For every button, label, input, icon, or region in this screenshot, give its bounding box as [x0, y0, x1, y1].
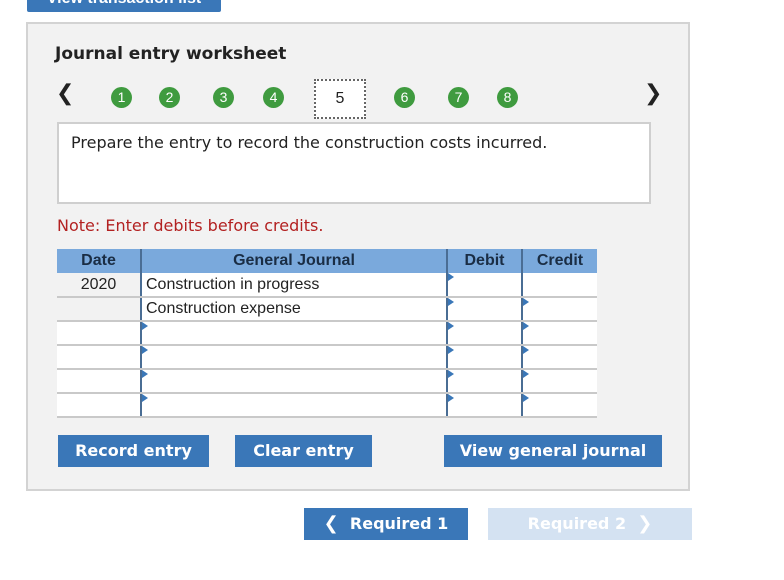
input-marker-icon	[523, 394, 529, 402]
input-marker-icon	[142, 322, 148, 330]
step-2[interactable]: 2	[159, 87, 180, 108]
step-7[interactable]: 7	[448, 87, 469, 108]
step-1[interactable]: 1	[111, 87, 132, 108]
next-step-chevron-right-icon[interactable]: ❯	[644, 82, 662, 106]
account-name: Construction expense	[146, 300, 301, 317]
header-general-journal: General Journal	[141, 249, 448, 273]
view-general-journal-button[interactable]: View general journal	[444, 435, 662, 467]
input-marker-icon	[142, 346, 148, 354]
journal-table: Date General Journal Debit Credit 2020 C…	[57, 249, 597, 418]
step-5-current[interactable]: 5	[314, 79, 366, 119]
account-cell[interactable]	[140, 393, 447, 418]
header-credit: Credit	[522, 249, 597, 273]
step-4[interactable]: 4	[263, 87, 284, 108]
account-name: Construction in progress	[146, 275, 320, 293]
account-cell[interactable]	[140, 345, 447, 370]
input-marker-icon	[523, 346, 529, 354]
worksheet-title: Journal entry worksheet	[55, 44, 287, 64]
row-date[interactable]	[57, 369, 141, 394]
current-step-label: 5	[335, 90, 345, 107]
input-marker-icon	[448, 394, 454, 402]
chevron-left-icon: ❮	[323, 513, 339, 534]
debit-cell[interactable]	[446, 297, 522, 322]
input-marker-icon	[523, 370, 529, 378]
debit-cell[interactable]	[446, 369, 522, 394]
note-text: Note: Enter debits before credits.	[57, 216, 324, 235]
table-row: Construction expense	[57, 297, 597, 322]
credit-cell[interactable]	[521, 273, 597, 298]
required-1-button[interactable]: ❮ Required 1	[304, 508, 468, 540]
input-marker-icon	[142, 370, 148, 378]
record-entry-button[interactable]: Record entry	[58, 435, 209, 467]
input-marker-icon	[448, 273, 454, 281]
table-row: 2020 Construction in progress	[57, 273, 597, 298]
step-3[interactable]: 3	[213, 87, 234, 108]
account-cell[interactable]	[140, 321, 447, 346]
table-row	[57, 369, 597, 394]
input-marker-icon	[448, 298, 454, 306]
required-2-label: Required 2	[527, 514, 627, 533]
row-date[interactable]	[57, 321, 141, 346]
account-cell[interactable]: Construction in progress	[140, 273, 447, 298]
journal-entry-worksheet: Journal entry worksheet ❮ 1 2 3 4 5 6 7 …	[26, 22, 690, 491]
clear-entry-button[interactable]: Clear entry	[235, 435, 372, 467]
row-date[interactable]	[57, 393, 141, 418]
debit-cell[interactable]	[446, 393, 522, 418]
credit-cell[interactable]	[521, 393, 597, 418]
input-marker-icon	[448, 370, 454, 378]
input-marker-icon	[448, 346, 454, 354]
debit-cell[interactable]	[446, 273, 522, 298]
table-row	[57, 321, 597, 346]
input-marker-icon	[448, 322, 454, 330]
input-marker-icon	[523, 298, 529, 306]
chevron-right-icon: ❯	[637, 513, 653, 534]
credit-cell[interactable]	[521, 321, 597, 346]
previous-step-chevron-left-icon[interactable]: ❮	[56, 82, 74, 106]
account-cell[interactable]: Construction expense	[140, 297, 447, 322]
credit-cell[interactable]	[521, 345, 597, 370]
header-date: Date	[57, 249, 142, 273]
debit-cell[interactable]	[446, 345, 522, 370]
account-cell[interactable]	[140, 369, 447, 394]
debit-cell[interactable]	[446, 321, 522, 346]
header-debit: Debit	[447, 249, 523, 273]
credit-cell[interactable]	[521, 297, 597, 322]
input-marker-icon	[523, 322, 529, 330]
step-6[interactable]: 6	[394, 87, 415, 108]
required-2-button: Required 2 ❯	[488, 508, 692, 540]
table-row	[57, 393, 597, 418]
row-date[interactable]	[57, 345, 141, 370]
required-1-label: Required 1	[349, 514, 449, 533]
instruction-box: Prepare the entry to record the construc…	[57, 122, 651, 204]
credit-cell[interactable]	[521, 369, 597, 394]
view-transaction-list-button[interactable]: View transaction list	[27, 0, 221, 12]
row-date[interactable]: 2020	[57, 273, 141, 298]
table-row	[57, 345, 597, 370]
input-marker-icon	[142, 394, 148, 402]
step-8[interactable]: 8	[497, 87, 518, 108]
row-date[interactable]	[57, 297, 141, 322]
